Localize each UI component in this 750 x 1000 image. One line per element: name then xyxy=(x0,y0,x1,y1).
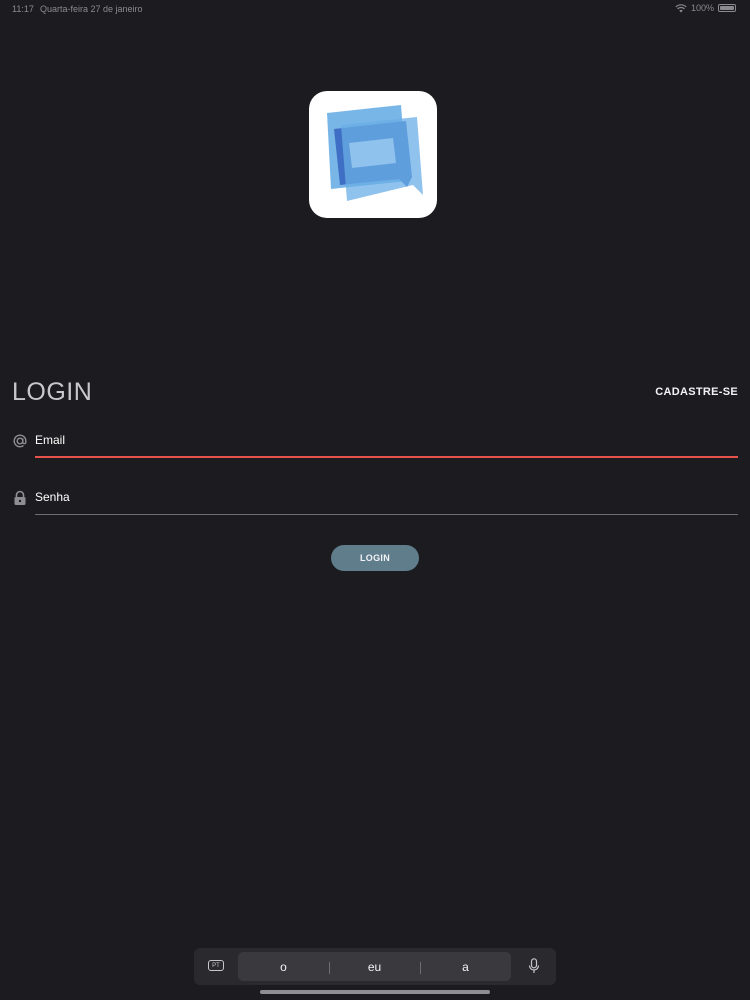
at-sign-icon xyxy=(13,434,27,448)
app-logo xyxy=(309,91,437,218)
password-underline xyxy=(35,514,738,515)
email-input[interactable] xyxy=(35,424,738,456)
suggestion-item[interactable]: a xyxy=(420,960,511,974)
suggestion-item[interactable]: eu xyxy=(329,960,420,974)
chat-bubbles-logo-icon xyxy=(327,105,423,201)
password-field xyxy=(0,481,750,521)
home-indicator[interactable] xyxy=(260,990,490,994)
microphone-icon[interactable] xyxy=(528,958,540,974)
signup-link[interactable]: CADASTRE-SE xyxy=(655,386,738,398)
login-button[interactable]: LOGIN xyxy=(331,545,419,571)
battery-icon xyxy=(718,4,736,12)
login-screen: 11:17 Quarta-feira 27 de janeiro 100% LO… xyxy=(0,0,750,1000)
status-time: 11:17 xyxy=(12,4,34,14)
wifi-icon xyxy=(675,3,687,12)
page-title: LOGIN xyxy=(12,378,93,406)
status-indicators: 100% xyxy=(675,3,736,13)
status-date: Quarta-feira 27 de janeiro xyxy=(40,4,143,14)
email-field xyxy=(0,424,750,464)
keyboard-shortcut-bar: PT o eu a xyxy=(194,948,556,985)
battery-percent: 100% xyxy=(690,3,714,13)
language-key[interactable]: PT xyxy=(208,960,224,971)
suggestion-bar: o eu a xyxy=(238,952,511,981)
status-bar: 11:17 Quarta-feira 27 de janeiro 100% xyxy=(0,0,750,18)
suggestion-item[interactable]: o xyxy=(238,960,329,974)
email-underline xyxy=(35,456,738,458)
lock-icon xyxy=(14,490,26,505)
password-input[interactable] xyxy=(35,481,738,513)
